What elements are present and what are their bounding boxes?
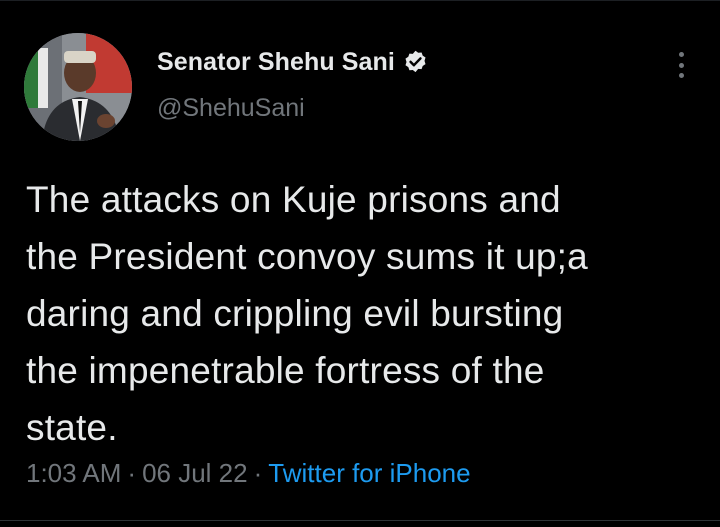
- avatar[interactable]: [24, 33, 132, 141]
- tweet-source-link[interactable]: Twitter for iPhone: [268, 458, 470, 488]
- meta-separator: ·: [127, 458, 137, 488]
- tweet-line: the impenetrable fortress of the: [26, 350, 545, 391]
- tweet-line: The attacks on Kuje prisons and: [26, 179, 561, 220]
- more-dot: [678, 62, 684, 68]
- user-handle[interactable]: @ShehuSani: [157, 94, 429, 123]
- tweet-time[interactable]: 1:03 AM: [26, 458, 121, 488]
- tweet-line: the President convoy sums it up;a: [26, 236, 588, 277]
- bottom-divider: [0, 520, 720, 521]
- display-name[interactable]: Senator Shehu Sani: [157, 48, 395, 77]
- more-options-icon[interactable]: [671, 49, 691, 81]
- meta-separator: ·: [253, 458, 263, 488]
- tweet-meta: 1:03 AM · 06 Jul 22 · Twitter for iPhone: [26, 458, 471, 489]
- top-divider: [0, 0, 720, 1]
- verified-badge-icon: [402, 49, 429, 76]
- more-dot: [678, 73, 684, 78]
- display-name-row: Senator Shehu Sani: [157, 46, 429, 78]
- avatar-photo: [24, 33, 132, 141]
- tweet-line: state.: [26, 407, 118, 448]
- more-dot: [678, 52, 684, 57]
- tweet-text: The attacks on Kuje prisons and the Pres…: [26, 171, 696, 456]
- author-block: Senator Shehu Sani @ShehuSani: [157, 46, 429, 123]
- tweet-date[interactable]: 06 Jul 22: [142, 458, 248, 488]
- tweet-line: daring and crippling evil bursting: [26, 293, 564, 334]
